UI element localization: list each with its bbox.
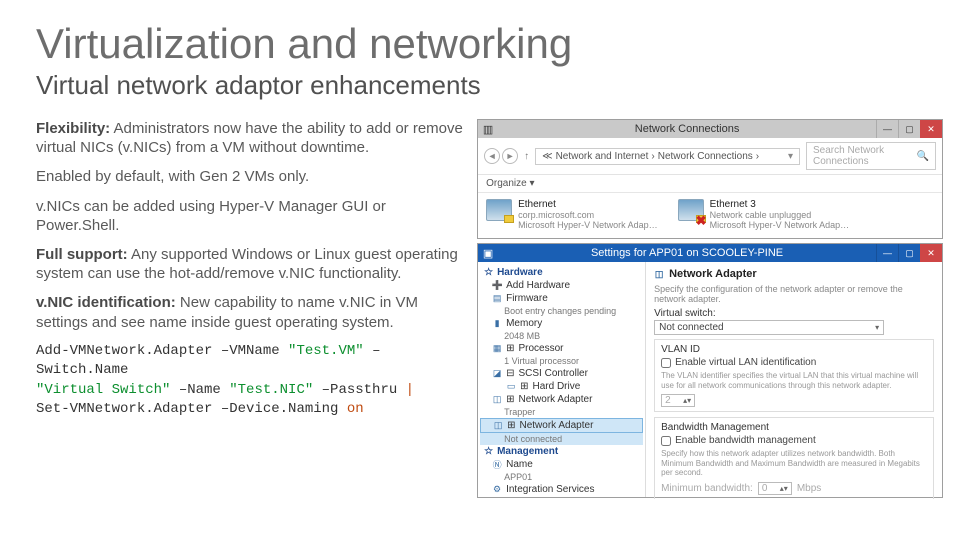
- bullet-identification-lead: v.NIC identification:: [36, 294, 176, 311]
- up-icon[interactable]: ↑: [524, 151, 529, 162]
- settings-pane: ◫Network Adapter Specify the configurati…: [646, 262, 942, 497]
- minimize-button[interactable]: —: [876, 244, 898, 262]
- window-icon: ▥: [478, 123, 498, 136]
- tree-network-adapter-2[interactable]: ◫⊞ Network Adapter: [480, 418, 643, 433]
- mbps-label: Mbps: [797, 483, 821, 494]
- bandwidth-group-title: Bandwidth Management: [661, 422, 927, 433]
- vm-settings-window: ▣ Settings for APP01 on SCOOLEY-PINE — ▢…: [477, 243, 943, 498]
- tree-name-sub: APP01: [480, 471, 643, 483]
- vlan-group-title: VLAN ID: [661, 344, 927, 355]
- bandwidth-group: Bandwidth Management Enable bandwidth ma…: [654, 417, 934, 499]
- tree-processor-sub: 1 Virtual processor: [480, 355, 643, 367]
- bullet-fullsupport-lead: Full support:: [36, 246, 128, 263]
- left-column: Flexibility: Administrators now have the…: [36, 119, 463, 498]
- nic-icon: [486, 199, 512, 221]
- bullet-enabled: Enabled by default, with Gen 2 VMs only.: [36, 167, 463, 186]
- search-icon: 🔍: [917, 151, 929, 162]
- vlan-hint: The VLAN identifier specifies the virtua…: [661, 371, 927, 390]
- pane-header: ◫Network Adapter: [654, 268, 934, 280]
- hdd-icon: ▭: [506, 382, 516, 392]
- tree-scsi[interactable]: ◪⊟ SCSI Controller: [480, 367, 643, 380]
- bullet-flexibility-lead: Flexibility:: [36, 120, 110, 137]
- slide-title: Virtualization and networking: [36, 20, 943, 68]
- tree-is-sub: Some services offered: [480, 496, 643, 497]
- min-bandwidth-input[interactable]: 0▴▾: [758, 482, 792, 495]
- tree-hdd[interactable]: ▭⊞ Hard Drive: [480, 380, 643, 393]
- network-connections-window: ▥ Network Connections — ▢ ✕ ◄ ► ↑ ≪: [477, 119, 943, 239]
- processor-icon: ▦: [492, 344, 502, 354]
- bullet-flexibility: Flexibility: Administrators now have the…: [36, 119, 463, 157]
- settings-tree: ☆ Hardware ➕Add Hardware ▤Firmware Boot …: [478, 262, 646, 497]
- nic-pane-icon: ◫: [654, 269, 664, 279]
- close-button[interactable]: ✕: [920, 244, 942, 262]
- scsi-icon: ◪: [492, 369, 502, 379]
- tree-hardware-section: ☆ Hardware: [480, 266, 643, 279]
- tree-memory-sub: 2048 MB: [480, 330, 643, 342]
- forward-button[interactable]: ►: [502, 148, 518, 164]
- maximize-button[interactable]: ▢: [898, 244, 920, 262]
- disconnected-icon: ✖: [696, 213, 707, 229]
- breadcrumb-prefix: ≪: [542, 151, 552, 162]
- bullet-identification: v.NIC identification: New capability to …: [36, 293, 463, 331]
- tree-network-adapter-1[interactable]: ◫⊞ Network Adapter: [480, 393, 643, 406]
- maximize-button[interactable]: ▢: [898, 120, 920, 138]
- services-icon: ⚙: [492, 485, 502, 495]
- tree-integration-services[interactable]: ⚙Integration Services: [480, 483, 643, 496]
- name-icon: Ⓝ: [492, 460, 502, 470]
- slide-subtitle: Virtual network adaptor enhancements: [36, 70, 943, 101]
- code-block: Add-VMNetwork.Adapter –VMName "Test.VM" …: [36, 342, 463, 420]
- min-bandwidth-label: Minimum bandwidth:: [661, 483, 753, 494]
- connection-ethernet-3[interactable]: ✖ Ethernet 3 Network cable unplugged Mic…: [678, 199, 850, 230]
- breadcrumb[interactable]: ≪ Network and Internet › Network Connect…: [535, 148, 800, 165]
- vlan-group: VLAN ID Enable virtual LAN identificatio…: [654, 339, 934, 412]
- bullet-fullsupport: Full support: Any supported Windows or L…: [36, 245, 463, 283]
- bullet-added: v.NICs can be added using Hyper-V Manage…: [36, 197, 463, 235]
- tree-add-hardware[interactable]: ➕Add Hardware: [480, 279, 643, 292]
- virtual-switch-select[interactable]: Not connected ▾: [654, 320, 884, 335]
- tree-na2-sub: Not connected: [480, 433, 643, 445]
- nic-tree-icon: ◫: [492, 395, 502, 405]
- search-input[interactable]: Search Network Connections 🔍: [806, 142, 936, 170]
- virtual-switch-label: Virtual switch:: [654, 308, 934, 319]
- tree-management-section: ☆ Management: [480, 445, 643, 458]
- close-button[interactable]: ✕: [920, 120, 942, 138]
- firmware-icon: ▤: [492, 294, 502, 304]
- vlan-id-input[interactable]: 2 ▴▾: [661, 394, 695, 407]
- bandwidth-hint: Specify how this network adapter utilize…: [661, 449, 927, 478]
- add-hardware-icon: ➕: [492, 281, 502, 291]
- window-title: Network Connections: [498, 123, 876, 135]
- back-button[interactable]: ◄: [484, 148, 500, 164]
- chevron-down-icon: ▾: [875, 323, 879, 332]
- vlan-checkbox[interactable]: Enable virtual LAN identification: [661, 357, 927, 368]
- bandwidth-checkbox[interactable]: Enable bandwidth management: [661, 435, 927, 446]
- organize-menu[interactable]: Organize ▾: [478, 175, 942, 193]
- tree-name[interactable]: ⓃName: [480, 458, 643, 471]
- memory-icon: ▮: [492, 319, 502, 329]
- tree-memory[interactable]: ▮Memory: [480, 317, 643, 330]
- minimize-button[interactable]: —: [876, 120, 898, 138]
- tree-na1-sub: Trapper: [480, 406, 643, 418]
- connection-ethernet[interactable]: Ethernet corp.microsoft.com Microsoft Hy…: [486, 199, 658, 230]
- tree-firmware[interactable]: ▤Firmware: [480, 292, 643, 305]
- nic-tree-icon: ◫: [493, 421, 503, 431]
- settings-icon: ▣: [478, 247, 498, 260]
- settings-title: Settings for APP01 on SCOOLEY-PINE: [498, 247, 876, 259]
- tree-firmware-sub: Boot entry changes pending: [480, 305, 643, 317]
- pane-desc: Specify the configuration of the network…: [654, 284, 934, 304]
- tree-processor[interactable]: ▦⊞ Processor: [480, 342, 643, 355]
